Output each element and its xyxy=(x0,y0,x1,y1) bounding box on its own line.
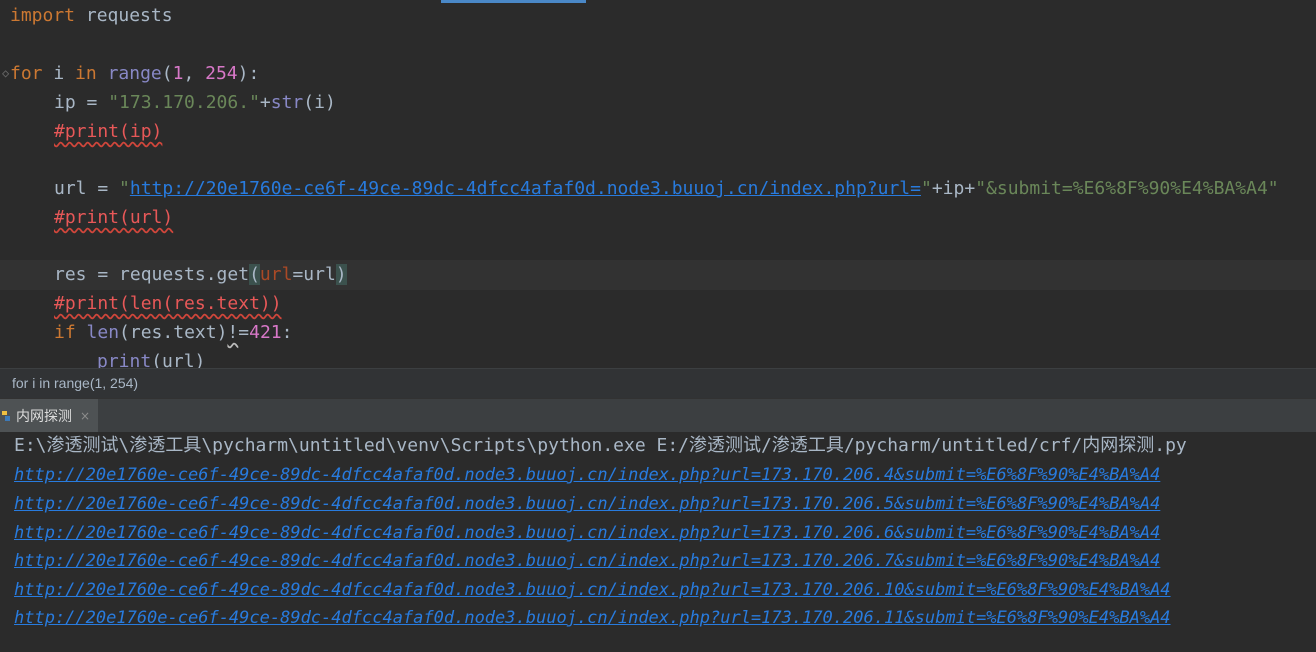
number-literal: 421 xyxy=(249,322,282,343)
keyword-argument: url xyxy=(259,264,293,285)
keyword-in: in xyxy=(75,63,97,84)
paren-highlight: ) xyxy=(335,264,347,285)
paren-highlight: ( xyxy=(249,264,260,285)
operator: + xyxy=(259,92,271,113)
fold-marker-icon[interactable]: ◇ xyxy=(2,66,9,80)
code-line-10[interactable]: res = requests.get(url=url) xyxy=(54,260,347,289)
builtin-range: range xyxy=(107,63,162,84)
assign-url: url = xyxy=(54,178,120,199)
code-line-5[interactable]: #print(ip) xyxy=(54,117,162,146)
run-console[interactable]: E:\渗透测试\渗透工具\pycharm\untitled\venv\Scrip… xyxy=(0,432,1316,652)
code-line-8[interactable]: #print(url) xyxy=(54,203,173,232)
number-start: 1 xyxy=(172,63,184,84)
url-link[interactable]: http://20e1760e-ce6f-49ce-89dc-4dfcc4afa… xyxy=(130,178,921,199)
console-command-line: E:\渗透测试\渗透工具\pycharm\untitled\venv\Scrip… xyxy=(14,435,1187,456)
loop-variable: i xyxy=(42,63,76,84)
code-line-11[interactable]: #print(len(res.text)) xyxy=(54,289,282,318)
paren-close: ): xyxy=(237,63,260,84)
code-line-3[interactable]: for i in range(1, 254): xyxy=(10,59,259,88)
console-output-link[interactable]: http://20e1760e-ce6f-49ce-89dc-4dfcc4afa… xyxy=(14,461,1160,490)
builtin-len: len xyxy=(86,322,120,343)
request-call: res = requests.get xyxy=(54,264,250,285)
string-literal: "&submit=%E6%8F%90%E4%BA%A4" xyxy=(975,178,1279,199)
code-editor[interactable]: import requests ◇ for i in range(1, 254)… xyxy=(0,0,1316,368)
console-output-link[interactable]: http://20e1760e-ce6f-49ce-89dc-4dfcc4afa… xyxy=(14,547,1160,576)
paren: ( xyxy=(161,63,173,84)
code-line-7[interactable]: url = "http://20e1760e-ce6f-49ce-89dc-4d… xyxy=(54,174,1279,203)
keyword-import: import xyxy=(10,5,76,26)
comment-text: #print(len(res.text)) xyxy=(54,293,282,314)
module-name: requests xyxy=(75,5,173,26)
number-end: 254 xyxy=(205,63,238,84)
code-line-13[interactable]: print(url) xyxy=(97,347,205,368)
call-args: (i) xyxy=(303,92,336,113)
quote: " xyxy=(119,178,130,199)
code-line-12[interactable]: if len(res.text)!=421: xyxy=(54,318,292,347)
breadcrumb: for i in range(1, 254) xyxy=(0,368,1316,399)
quote: " xyxy=(920,178,932,199)
keyword-if: if xyxy=(54,322,76,343)
keyword-for: for xyxy=(10,63,43,84)
run-tab-label: 内网探测 xyxy=(16,407,72,424)
console-output-link[interactable]: http://20e1760e-ce6f-49ce-89dc-4dfcc4afa… xyxy=(14,604,1171,633)
call-args: (url) xyxy=(151,351,206,368)
close-icon[interactable]: × xyxy=(80,409,90,423)
comment-text: #print(ip) xyxy=(54,121,163,142)
comment-text: #print(url) xyxy=(54,207,174,228)
builtin-print: print xyxy=(97,351,152,368)
run-tool-window-tabs: 内网探测 × xyxy=(0,398,1316,433)
assign-ip: ip = xyxy=(54,92,109,113)
run-tab[interactable]: 内网探测 × xyxy=(0,399,99,432)
operator: = xyxy=(238,322,250,343)
console-output-link[interactable]: http://20e1760e-ce6f-49ce-89dc-4dfcc4afa… xyxy=(14,519,1160,548)
operator-warning: ! xyxy=(227,322,239,343)
python-icon xyxy=(2,410,10,421)
argument-value: =url xyxy=(292,264,336,285)
active-tab-indicator xyxy=(441,0,586,3)
comma: , xyxy=(183,63,206,84)
code-line-4[interactable]: ip = "173.170.206."+str(i) xyxy=(54,88,336,117)
console-output-link[interactable]: http://20e1760e-ce6f-49ce-89dc-4dfcc4afa… xyxy=(14,490,1160,519)
console-output-link[interactable]: http://20e1760e-ce6f-49ce-89dc-4dfcc4afa… xyxy=(14,576,1171,605)
call-args: (res.text) xyxy=(119,322,228,343)
concat-ip: +ip+ xyxy=(931,178,976,199)
string-literal: "173.170.206." xyxy=(108,92,260,113)
colon: : xyxy=(281,322,293,343)
breadcrumb-item[interactable]: for i in range(1, 254) xyxy=(12,375,138,391)
builtin-str: str xyxy=(270,92,304,113)
code-line-1[interactable]: import requests xyxy=(10,1,173,30)
